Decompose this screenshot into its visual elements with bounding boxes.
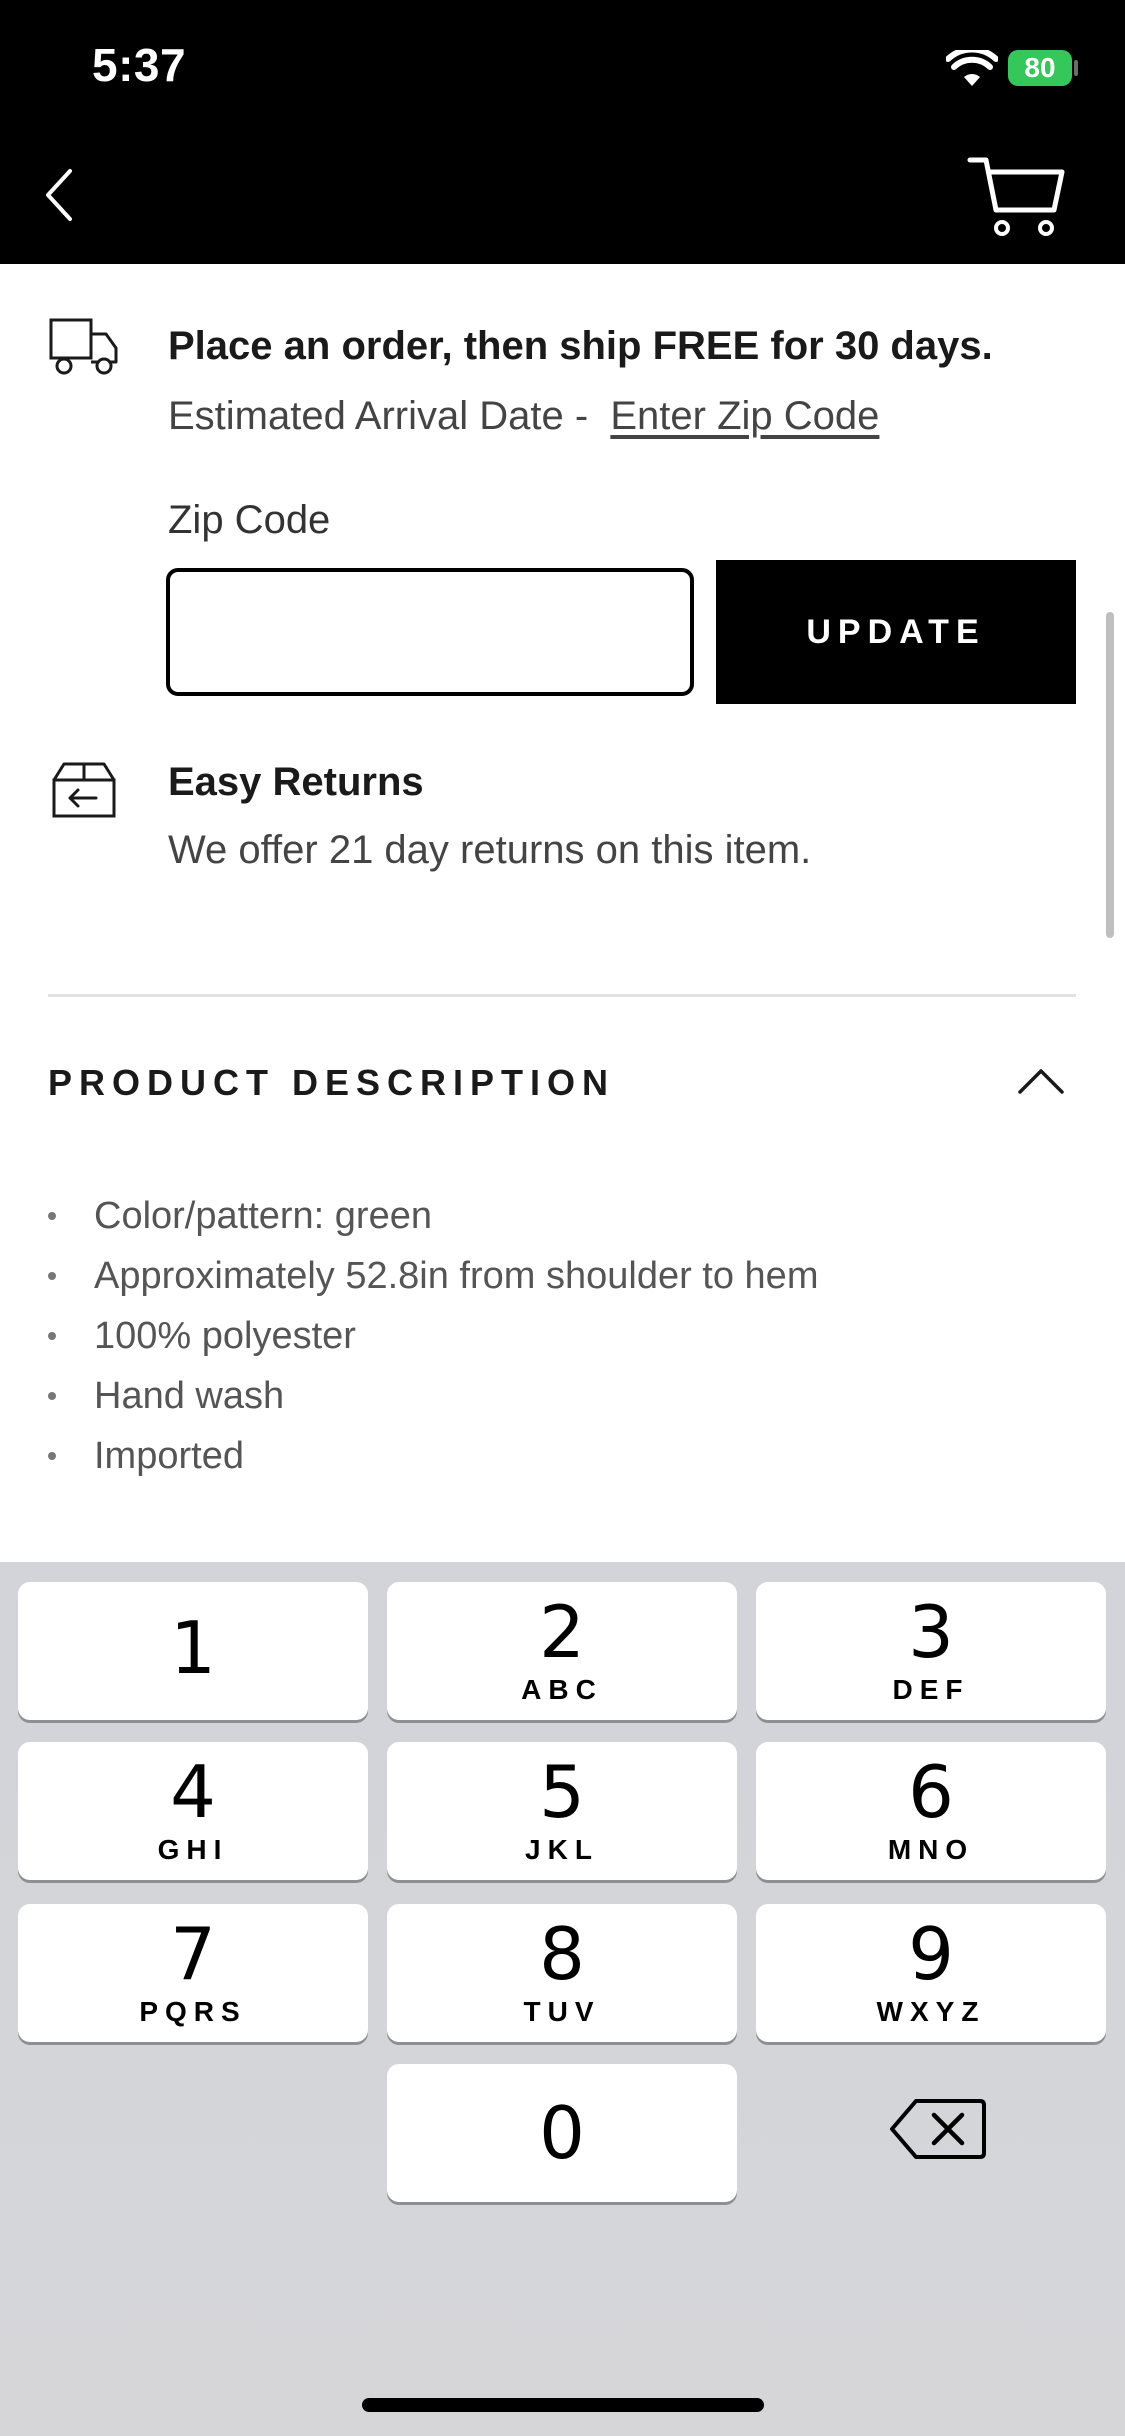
scroll-indicator[interactable]	[1106, 612, 1114, 938]
key-3[interactable]: 3 DEF	[756, 1582, 1106, 1720]
list-item: Color/pattern: green	[48, 1196, 818, 1256]
key-1[interactable]: 1	[18, 1582, 368, 1720]
wifi-icon	[946, 50, 998, 86]
chevron-up-icon[interactable]	[1016, 1066, 1066, 1096]
bullet-icon	[48, 1212, 56, 1220]
zip-code-label: Zip Code	[168, 498, 331, 542]
estimated-arrival-row: Estimated Arrival Date - Enter Zip Code	[168, 394, 879, 439]
returns-policy-text: We offer 21 day returns on this item.	[168, 828, 812, 872]
product-description-list: Color/pattern: green Approximately 52.8i…	[48, 1196, 818, 1496]
key-7[interactable]: 7 PQRS	[18, 1904, 368, 2042]
product-description-header[interactable]: PRODUCT DESCRIPTION	[48, 1062, 615, 1104]
numeric-keypad: 1 2 ABC 3 DEF 4 GHI 5 JKL 6 MNO 7 PQRS 8…	[0, 1562, 1125, 2436]
key-0[interactable]: 0	[387, 2064, 737, 2202]
update-button[interactable]: UPDATE	[716, 560, 1076, 704]
eta-label: Estimated Arrival Date -	[168, 394, 589, 438]
bullet-icon	[48, 1392, 56, 1400]
key-5[interactable]: 5 JKL	[387, 1742, 737, 1880]
bullet-icon	[48, 1272, 56, 1280]
enter-zip-link[interactable]: Enter Zip Code	[610, 394, 879, 438]
backspace-icon[interactable]	[888, 2093, 988, 2165]
truck-icon	[49, 318, 118, 375]
list-item: Imported	[48, 1436, 818, 1496]
list-item: Approximately 52.8in from shoulder to he…	[48, 1256, 818, 1316]
section-divider	[48, 994, 1076, 997]
home-indicator[interactable]	[362, 2398, 764, 2412]
bullet-icon	[48, 1332, 56, 1340]
key-6[interactable]: 6 MNO	[756, 1742, 1106, 1880]
key-9[interactable]: 9 WXYZ	[756, 1904, 1106, 2042]
battery-indicator: 80	[1008, 50, 1072, 86]
return-box-icon	[52, 762, 116, 818]
free-shipping-headline: Place an order, then ship FREE for 30 da…	[168, 324, 993, 368]
cart-icon[interactable]	[966, 150, 1066, 240]
status-time: 5:37	[92, 39, 187, 91]
bullet-icon	[48, 1452, 56, 1460]
key-2[interactable]: 2 ABC	[387, 1582, 737, 1720]
back-chevron-icon[interactable]	[40, 165, 80, 225]
key-8[interactable]: 8 TUV	[387, 1904, 737, 2042]
list-item: 100% polyester	[48, 1316, 818, 1376]
zip-code-input[interactable]	[166, 568, 694, 696]
key-4[interactable]: 4 GHI	[18, 1742, 368, 1880]
easy-returns-title: Easy Returns	[168, 760, 424, 804]
battery-nub	[1074, 60, 1078, 76]
list-item: Hand wash	[48, 1376, 818, 1436]
